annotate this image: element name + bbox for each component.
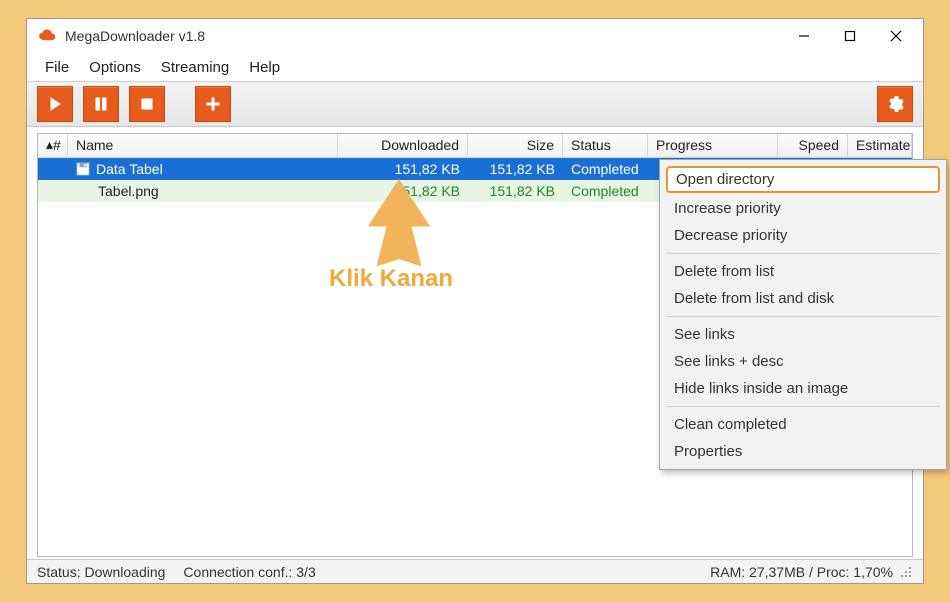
settings-button[interactable]	[877, 86, 913, 122]
ctx-hide-links[interactable]: Hide links inside an image	[660, 375, 946, 402]
titlebar: MegaDownloader v1.8	[27, 19, 923, 53]
ctx-separator	[666, 316, 940, 317]
ctx-separator	[666, 406, 940, 407]
app-window: MegaDownloader v1.8 File Options Streami…	[26, 18, 924, 584]
ctx-see-links[interactable]: See links	[660, 321, 946, 348]
col-num[interactable]: ▴#	[38, 134, 68, 157]
col-downloaded[interactable]: Downloaded	[338, 134, 468, 157]
col-size[interactable]: Size	[468, 134, 563, 157]
app-title: MegaDownloader v1.8	[65, 28, 205, 44]
col-speed[interactable]: Speed	[778, 134, 848, 157]
statusbar: Status: Downloading Connection conf.: 3/…	[27, 559, 923, 583]
window-maximize-button[interactable]	[827, 21, 873, 51]
connection-text: Connection conf.: 3/3	[183, 564, 315, 580]
resize-gripper-icon[interactable]	[899, 565, 913, 579]
row-downloaded: 151,82 KB	[338, 183, 468, 199]
col-status[interactable]: Status	[563, 134, 648, 157]
ctx-separator	[666, 253, 940, 254]
stop-button[interactable]	[129, 86, 165, 122]
row-name: Data Tabel	[96, 161, 163, 177]
menu-streaming[interactable]: Streaming	[151, 57, 239, 78]
row-status: Completed	[563, 183, 648, 199]
toolbar	[27, 81, 923, 127]
menu-help[interactable]: Help	[239, 57, 290, 78]
status-text: Status: Downloading	[37, 564, 165, 580]
col-estimated[interactable]: Estimated	[848, 134, 912, 157]
ctx-open-directory[interactable]: Open directory	[666, 166, 940, 193]
col-name[interactable]: Name	[68, 134, 338, 157]
ctx-decrease-priority[interactable]: Decrease priority	[660, 222, 946, 249]
row-downloaded: 151,82 KB	[338, 161, 468, 177]
ctx-increase-priority[interactable]: Increase priority	[660, 195, 946, 222]
row-size: 151,82 KB	[468, 161, 563, 177]
window-minimize-button[interactable]	[781, 21, 827, 51]
ctx-see-links-desc[interactable]: See links + desc	[660, 348, 946, 375]
row-name: Tabel.png	[98, 183, 159, 199]
ram-proc-text: RAM: 27,37MB / Proc: 1,70%	[710, 564, 893, 580]
ctx-clean-completed[interactable]: Clean completed	[660, 411, 946, 438]
menu-file[interactable]: File	[35, 57, 79, 78]
window-close-button[interactable]	[873, 21, 919, 51]
ctx-delete-from-list-and-disk[interactable]: Delete from list and disk	[660, 285, 946, 312]
menubar: File Options Streaming Help	[27, 53, 923, 81]
pause-button[interactable]	[83, 86, 119, 122]
app-cloud-icon	[37, 26, 57, 46]
row-status: Completed	[563, 161, 648, 177]
ctx-delete-from-list[interactable]: Delete from list	[660, 258, 946, 285]
add-button[interactable]	[195, 86, 231, 122]
play-button[interactable]	[37, 86, 73, 122]
ctx-properties[interactable]: Properties	[660, 438, 946, 465]
disk-icon	[76, 162, 90, 176]
row-size: 151,82 KB	[468, 183, 563, 199]
col-progress[interactable]: Progress	[648, 134, 778, 157]
table-header: ▴# Name Downloaded Size Status Progress …	[38, 134, 912, 158]
context-menu: Open directory Increase priority Decreas…	[659, 159, 947, 470]
menu-options[interactable]: Options	[79, 57, 151, 78]
